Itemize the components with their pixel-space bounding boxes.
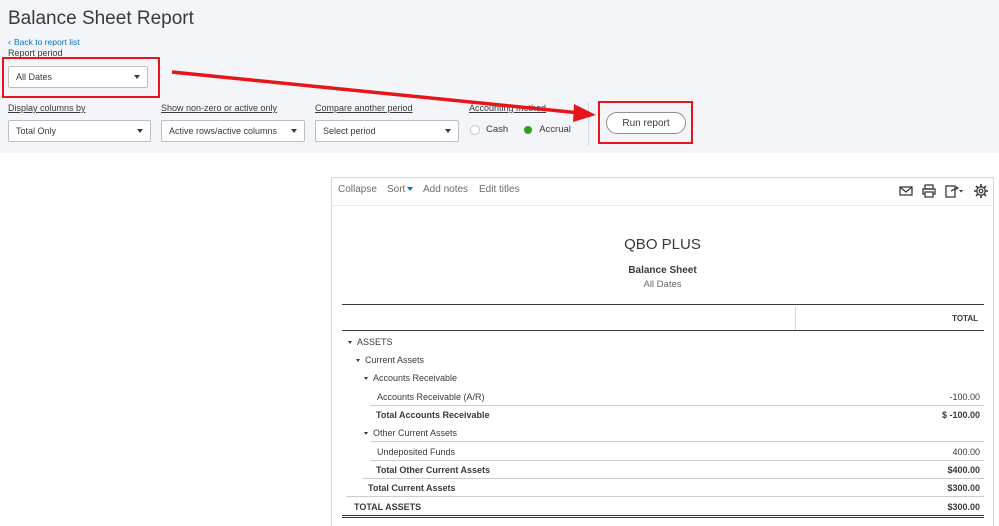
row-label-text: Total Accounts Receivable	[376, 410, 490, 420]
report-section-row[interactable]: Accounts Receivable	[342, 369, 984, 387]
row-label-text: Accounts Receivable (A/R)	[377, 392, 485, 402]
report-total-row: Total Current Assets $300.00	[342, 479, 984, 497]
column-separator	[795, 307, 796, 330]
row-label: TOTAL ASSETS	[354, 502, 421, 512]
row-label-text: Other Current Assets	[373, 428, 458, 438]
row-label-text: TOTAL ASSETS	[354, 502, 422, 512]
accrual-radio-label[interactable]: Accrual	[539, 124, 571, 135]
header-bottom-rule	[342, 330, 984, 331]
report-section-row[interactable]: Other Current Assets	[342, 424, 984, 442]
row-amount[interactable]: $400.00	[947, 465, 980, 475]
compare-period-select[interactable]: Select period	[315, 120, 459, 142]
row-label[interactable]: Accounts Receivable (A/R)	[377, 392, 485, 402]
compare-period-label: Compare another period	[315, 103, 413, 113]
double-underline-rule	[342, 517, 984, 518]
company-name[interactable]: QBO PLUS	[332, 236, 993, 253]
report-period-value: All Dates	[16, 72, 53, 82]
collapse-link[interactable]: Collapse	[338, 184, 377, 195]
accrual-radio[interactable]	[524, 125, 533, 134]
row-label: Accounts Receivable	[364, 373, 457, 383]
report-total-row: TOTAL ASSETS $300.00	[342, 498, 984, 518]
row-label[interactable]: Undeposited Funds	[377, 447, 455, 457]
back-link-label: Back to report list	[14, 37, 80, 47]
column-header-total: TOTAL	[952, 314, 978, 323]
collapse-triangle-icon[interactable]	[356, 359, 360, 363]
report-container: Collapse Sort Add notes Edit titles QBO …	[331, 177, 994, 526]
show-non-zero-value: Active rows/active columns	[169, 126, 278, 136]
report-period-text: All Dates	[643, 279, 682, 290]
run-report-button[interactable]: Run report	[606, 112, 686, 134]
show-non-zero-label: Show non-zero or active only	[161, 103, 278, 113]
sort-label: Sort	[387, 184, 406, 195]
row-label-text: Total Current Assets	[368, 483, 456, 493]
email-icon[interactable]	[898, 183, 914, 199]
page-title: Balance Sheet Report	[8, 8, 194, 29]
row-label: Total Other Current Assets	[376, 465, 490, 475]
chevron-left-icon: ‹	[8, 37, 11, 47]
row-label: Total Current Assets	[368, 483, 456, 493]
report-title[interactable]: Balance Sheet	[332, 265, 993, 276]
caret-down-icon	[134, 75, 140, 79]
report-account-row: Undeposited Funds 400.00	[342, 443, 984, 461]
row-label: Current Assets	[356, 355, 424, 365]
edit-titles-link[interactable]: Edit titles	[479, 184, 520, 195]
report-period-select[interactable]: All Dates	[8, 66, 148, 88]
display-columns-select[interactable]: Total Only	[8, 120, 151, 142]
display-columns-value: Total Only	[16, 126, 57, 136]
settings-gear-icon[interactable]	[973, 183, 989, 199]
row-amount[interactable]: $300.00	[947, 483, 980, 493]
report-section-row[interactable]: Current Assets	[342, 351, 984, 369]
export-icon[interactable]	[944, 183, 964, 199]
row-label-text: Accounts Receivable	[373, 373, 458, 383]
print-icon[interactable]	[921, 183, 937, 199]
show-non-zero-select[interactable]: Active rows/active columns	[161, 120, 305, 142]
display-columns-label: Display columns by	[8, 103, 86, 113]
report-section-row[interactable]: ASSETS	[342, 333, 984, 351]
row-amount[interactable]: $300.00	[947, 502, 980, 512]
row-label: Total Accounts Receivable	[376, 410, 490, 420]
row-label-text: Total Other Current Assets	[376, 465, 491, 475]
row-label: ASSETS	[348, 337, 393, 347]
caret-down-icon	[407, 187, 414, 192]
collapse-triangle-icon[interactable]	[364, 432, 368, 436]
accounting-method-label: Accounting method	[469, 103, 547, 113]
report-filter-panel: Balance Sheet Report ‹ Back to report lis…	[0, 0, 999, 153]
compare-period-value: Select period	[323, 126, 376, 136]
report-account-row: Accounts Receivable (A/R) -100.00	[342, 388, 984, 406]
report-total-row: Total Accounts Receivable $ -100.00	[342, 406, 984, 424]
row-amount[interactable]: -100.00	[949, 392, 980, 402]
row-rule	[370, 441, 984, 442]
row-amount[interactable]: 400.00	[952, 447, 980, 457]
row-label-text: Current Assets	[365, 355, 425, 365]
filter-divider	[588, 102, 589, 146]
row-label: Other Current Assets	[364, 428, 457, 438]
caret-down-icon	[445, 129, 451, 133]
cash-radio-label[interactable]: Cash	[486, 124, 508, 135]
back-to-report-list-link[interactable]: ‹ Back to report list	[8, 37, 80, 47]
report-toolbar: Collapse Sort Add notes Edit titles	[332, 178, 993, 206]
header-top-rule	[342, 304, 984, 305]
add-notes-link[interactable]: Add notes	[423, 184, 468, 195]
row-amount[interactable]: $ -100.00	[942, 410, 980, 420]
caret-down-icon	[137, 129, 143, 133]
row-label-text: Undeposited Funds	[377, 447, 456, 457]
caret-down-icon	[291, 129, 297, 133]
report-period-label: Report period	[8, 48, 63, 58]
collapse-triangle-icon[interactable]	[348, 341, 352, 345]
accounting-method-radio-group: Cash Accrual	[470, 124, 586, 135]
cash-radio[interactable]	[470, 124, 480, 135]
row-rule	[346, 496, 984, 497]
report-total-row: Total Other Current Assets $400.00	[342, 461, 984, 479]
double-underline-rule	[342, 515, 984, 516]
row-label-text: ASSETS	[357, 337, 393, 347]
collapse-triangle-icon[interactable]	[364, 377, 368, 381]
sort-dropdown[interactable]: Sort	[387, 184, 414, 195]
